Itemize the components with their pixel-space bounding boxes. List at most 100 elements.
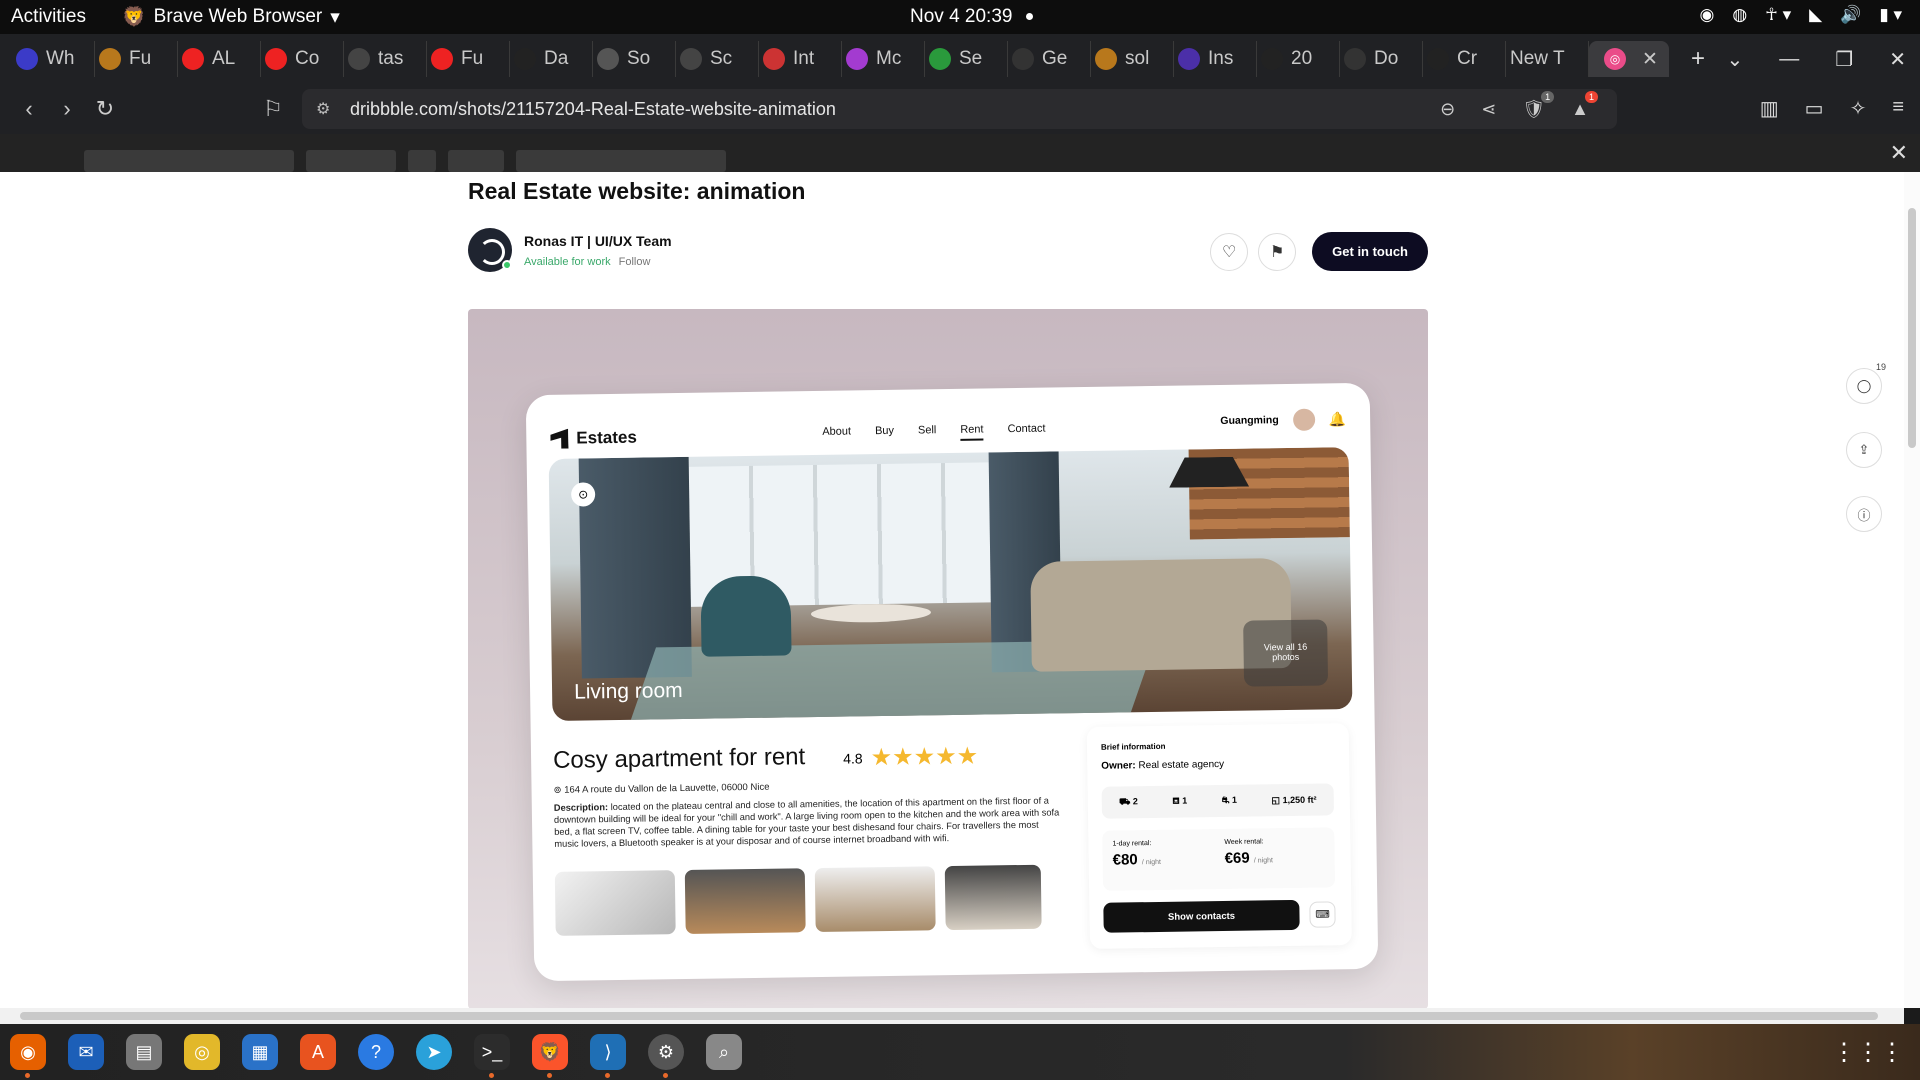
horizontal-scrollbar[interactable]: [0, 1008, 1904, 1024]
tab[interactable]: 20: [1257, 41, 1340, 77]
thumbnail: [554, 870, 676, 936]
forward-icon[interactable]: ›: [48, 96, 86, 122]
tab[interactable]: Fu: [95, 41, 178, 77]
area-spec: ◱ 1,250 ft²: [1271, 794, 1316, 806]
maximize-icon[interactable]: ❐: [1835, 47, 1853, 72]
volume-icon[interactable]: 🔊: [1840, 5, 1861, 25]
help-icon[interactable]: ?: [358, 1034, 394, 1070]
rhythmbox-icon[interactable]: ◎: [184, 1034, 220, 1070]
thumb[interactable]: [306, 150, 396, 172]
avatar[interactable]: [468, 228, 512, 272]
share-button[interactable]: ⇪: [1846, 432, 1882, 468]
tab[interactable]: Co: [261, 41, 344, 77]
tab[interactable]: Mc: [842, 41, 925, 77]
like-button[interactable]: ♡: [1210, 232, 1249, 271]
scroll-thumb[interactable]: [1908, 208, 1916, 448]
site-settings-icon[interactable]: ⚙: [316, 99, 330, 119]
comments-button[interactable]: ◯ 19: [1846, 362, 1886, 404]
bookmark-icon[interactable]: ⚐: [254, 96, 292, 122]
tab[interactable]: Se: [925, 41, 1008, 77]
tab-active[interactable]: ◎ ✕: [1589, 41, 1669, 77]
chevron-down-icon: ▾: [330, 6, 340, 28]
photo-thumbnails: [554, 864, 1042, 936]
tab[interactable]: tas: [344, 41, 427, 77]
minimize-icon[interactable]: —: [1779, 48, 1799, 71]
shot-title: Real Estate website: animation: [468, 178, 806, 204]
tab[interactable]: Wh: [12, 41, 95, 77]
chrome-icon[interactable]: ◉: [1699, 5, 1714, 25]
close-icon[interactable]: ✕: [1890, 140, 1908, 166]
thunderbird-icon[interactable]: ✉: [68, 1034, 104, 1070]
back-icon[interactable]: ‹: [10, 96, 48, 122]
app-center-icon[interactable]: A: [300, 1034, 336, 1070]
menu-icon[interactable]: ≡: [1892, 96, 1904, 121]
tab[interactable]: Fu: [427, 41, 510, 77]
tab[interactable]: Cr: [1423, 41, 1506, 77]
save-button[interactable]: ⚑: [1258, 232, 1297, 271]
vscode-icon[interactable]: ⟩: [590, 1034, 626, 1078]
show-apps-icon[interactable]: ⋮⋮⋮: [1832, 1038, 1904, 1067]
estates-logo-icon: [550, 429, 568, 449]
shot-media[interactable]: Estates About Buy Sell Rent Contact Guan…: [468, 309, 1428, 1008]
leo-ai-icon[interactable]: ✧: [1850, 96, 1867, 121]
image-viewer-icon[interactable]: ⌕: [706, 1034, 742, 1070]
window-controls: ⌄ — ❐ ✕: [1727, 34, 1920, 84]
bath-icon: ⛾: [1172, 795, 1180, 806]
follow-link[interactable]: Follow: [619, 256, 651, 268]
tab[interactable]: Da: [510, 41, 593, 77]
firefox-icon[interactable]: ◉: [10, 1034, 46, 1078]
tab-label: Do: [1374, 48, 1399, 69]
thumb[interactable]: [516, 150, 726, 172]
files-icon[interactable]: ▤: [126, 1034, 162, 1070]
terminal-icon[interactable]: >_: [474, 1034, 510, 1078]
brave-icon[interactable]: 🦁: [532, 1034, 568, 1078]
close-tab-icon[interactable]: ✕: [1642, 48, 1658, 71]
writer-icon[interactable]: ▦: [242, 1034, 278, 1070]
address-bar[interactable]: ⚙ dribbble.com/shots/21157204-Real-Estat…: [302, 89, 1617, 129]
close-window-icon[interactable]: ✕: [1889, 47, 1906, 72]
reload-icon[interactable]: ↻: [86, 96, 124, 122]
battery-icon[interactable]: ▮ ▾: [1879, 5, 1902, 25]
url-text[interactable]: dribbble.com/shots/21157204-Real-Estate-…: [350, 99, 836, 120]
tab[interactable]: Ins: [1174, 41, 1257, 77]
brief-title: Brief information: [1100, 741, 1166, 752]
clock[interactable]: Nov 4 20:39: [910, 6, 1034, 28]
tab[interactable]: Sc: [676, 41, 759, 77]
new-tab-icon[interactable]: +: [1691, 45, 1705, 73]
settings-icon[interactable]: ⚙: [648, 1034, 684, 1078]
dribbble-icon: ◎: [1604, 48, 1627, 70]
brave-shields-icon[interactable]: 🛡 1: [1522, 90, 1555, 120]
accessibility-icon[interactable]: ☥ ▾: [1765, 5, 1791, 25]
tab-search-icon[interactable]: ⌄: [1727, 47, 1744, 72]
info-button[interactable]: ⓘ: [1846, 496, 1882, 532]
area-icon: ◱: [1271, 794, 1281, 805]
author-name[interactable]: Ronas IT | UI/UX Team: [524, 233, 672, 249]
zoom-icon[interactable]: ⊖: [1440, 99, 1455, 120]
thumb[interactable]: [84, 150, 294, 172]
activities-button[interactable]: Activities: [11, 6, 86, 28]
discord-icon[interactable]: ◍: [1732, 5, 1747, 25]
thumb[interactable]: [408, 150, 436, 172]
tab[interactable]: sol: [1091, 41, 1174, 77]
thumb[interactable]: [448, 150, 504, 172]
tab[interactable]: Ge: [1008, 41, 1091, 77]
tab[interactable]: Int: [759, 41, 842, 77]
wallet-icon[interactable]: ▭: [1805, 96, 1824, 121]
tab[interactable]: AL: [178, 41, 261, 77]
tab[interactable]: New T: [1506, 41, 1589, 77]
get-in-touch-button[interactable]: Get in touch: [1312, 232, 1428, 271]
vertical-scrollbar[interactable]: [1904, 172, 1920, 1008]
share-icon[interactable]: ⋖: [1481, 99, 1496, 120]
telegram-icon[interactable]: ➤: [416, 1034, 452, 1070]
tab[interactable]: So: [593, 41, 676, 77]
system-tray[interactable]: ◉ ◍ ☥ ▾ ◣ 🔊 ▮ ▾: [1699, 5, 1902, 25]
day-unit: / night: [1141, 858, 1162, 867]
scroll-thumb[interactable]: [20, 1012, 1878, 1020]
bed-spec: ⛟ 2: [1119, 796, 1138, 808]
tab[interactable]: Do: [1340, 41, 1423, 77]
app-menu[interactable]: 🦁 Brave Web Browser ▾: [122, 5, 340, 29]
wifi-icon[interactable]: ◣: [1809, 5, 1822, 25]
brave-rewards-icon[interactable]: ▲ 1: [1571, 90, 1598, 120]
sidebar-icon[interactable]: ▥: [1760, 96, 1779, 121]
description-text: located on the plateau central and close…: [553, 795, 1060, 849]
